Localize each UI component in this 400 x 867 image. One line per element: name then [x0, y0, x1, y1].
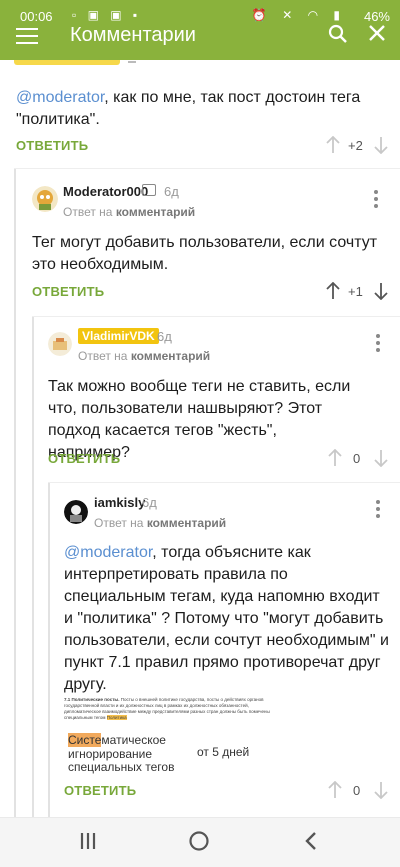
header-strip	[14, 60, 120, 65]
reply-to: Ответ на комментарий	[78, 349, 211, 363]
vote-count: 0	[353, 451, 361, 466]
downvote-icon[interactable]	[374, 136, 388, 154]
separator-2	[32, 316, 400, 317]
system-nav-bar	[0, 817, 400, 867]
mention-link[interactable]: @moderator	[64, 544, 152, 561]
more-options-icon[interactable]	[376, 500, 380, 521]
search-icon[interactable]	[328, 24, 348, 44]
page-title: Комментарии	[70, 24, 196, 46]
reply-to-link[interactable]: комментарий	[147, 516, 226, 530]
thread-line-2	[32, 316, 34, 818]
home-icon[interactable]	[188, 830, 210, 852]
notification-icons: ▫ ▣ ▣ ▪	[72, 8, 142, 22]
comment-text: Тег могут добавить пользователи, если со…	[32, 234, 378, 273]
status-time: 00:06	[20, 9, 53, 24]
moderator-icon	[142, 184, 156, 196]
vote-count: +1	[348, 284, 363, 299]
reply-to-link[interactable]: комментарий	[116, 205, 195, 219]
upvote-icon[interactable]	[328, 781, 342, 799]
rule-item-line2: игнорирование	[68, 747, 153, 761]
avatar[interactable]	[48, 332, 72, 356]
comment-age: 6д	[157, 329, 172, 344]
reply-button[interactable]: ОТВЕТИТЬ	[64, 783, 136, 798]
upvote-icon[interactable]	[326, 136, 340, 154]
reply-button[interactable]: ОТВЕТИТЬ	[48, 451, 120, 466]
separator-3	[48, 482, 400, 483]
reply-to: Ответ на комментарий	[63, 205, 196, 219]
battery-level: 46%	[363, 9, 390, 24]
thread-line-3	[48, 482, 50, 818]
avatar[interactable]	[64, 500, 88, 524]
rules-screenshot[interactable]: 7.1 Политические посты. Посты о внешней …	[64, 697, 274, 774]
username-badge[interactable]: VladimirVDK	[78, 328, 159, 344]
reply-to: Ответ на комментарий	[94, 516, 227, 530]
menu-icon[interactable]	[16, 28, 38, 44]
back-icon[interactable]	[304, 830, 318, 852]
downvote-icon[interactable]	[374, 282, 388, 300]
vote-count: 0	[353, 783, 361, 798]
rule-item: Систематическое	[68, 733, 166, 747]
rule-text: 7.1 Политические посты. Посты о внешней …	[64, 697, 270, 720]
mention-link[interactable]: @moderator	[16, 89, 104, 106]
comment-age: 6д	[164, 184, 179, 199]
system-icons: ⏰ ✕ ◠ ▮	[251, 8, 346, 22]
reply-to-link[interactable]: комментарий	[131, 349, 210, 363]
upvote-icon[interactable]	[328, 449, 342, 467]
downvote-icon[interactable]	[374, 781, 388, 799]
rule-tag: Политика	[106, 715, 127, 720]
more-options-icon[interactable]	[374, 190, 378, 211]
rule-item-line3: специальных тегов	[68, 760, 175, 774]
recent-apps-icon[interactable]	[80, 830, 96, 852]
username[interactable]: iamkisly	[94, 495, 145, 510]
comment-text: @moderator, как по мне, так пост достоин…	[16, 89, 361, 128]
reply-button[interactable]: ОТВЕТИТЬ	[16, 138, 88, 153]
comment-text: @moderator, тогда объясните как интерпре…	[64, 544, 389, 693]
avatar[interactable]	[32, 186, 58, 212]
comment-age: 6д	[142, 495, 157, 510]
upvote-icon[interactable]	[326, 282, 340, 300]
rule-penalty: от 5 дней	[197, 745, 250, 759]
username[interactable]: Moderator000	[63, 184, 148, 199]
header-strip-dot	[128, 61, 136, 63]
vote-count: +2	[348, 138, 363, 153]
separator-1	[14, 168, 400, 169]
more-options-icon[interactable]	[376, 334, 380, 355]
close-icon[interactable]	[368, 24, 386, 42]
thread-line-1	[14, 168, 16, 818]
downvote-icon[interactable]	[374, 449, 388, 467]
app-header: 00:06 ▫ ▣ ▣ ▪ ⏰ ✕ ◠ ▮ 46% Комментарии	[0, 0, 400, 60]
reply-button[interactable]: ОТВЕТИТЬ	[32, 284, 104, 299]
